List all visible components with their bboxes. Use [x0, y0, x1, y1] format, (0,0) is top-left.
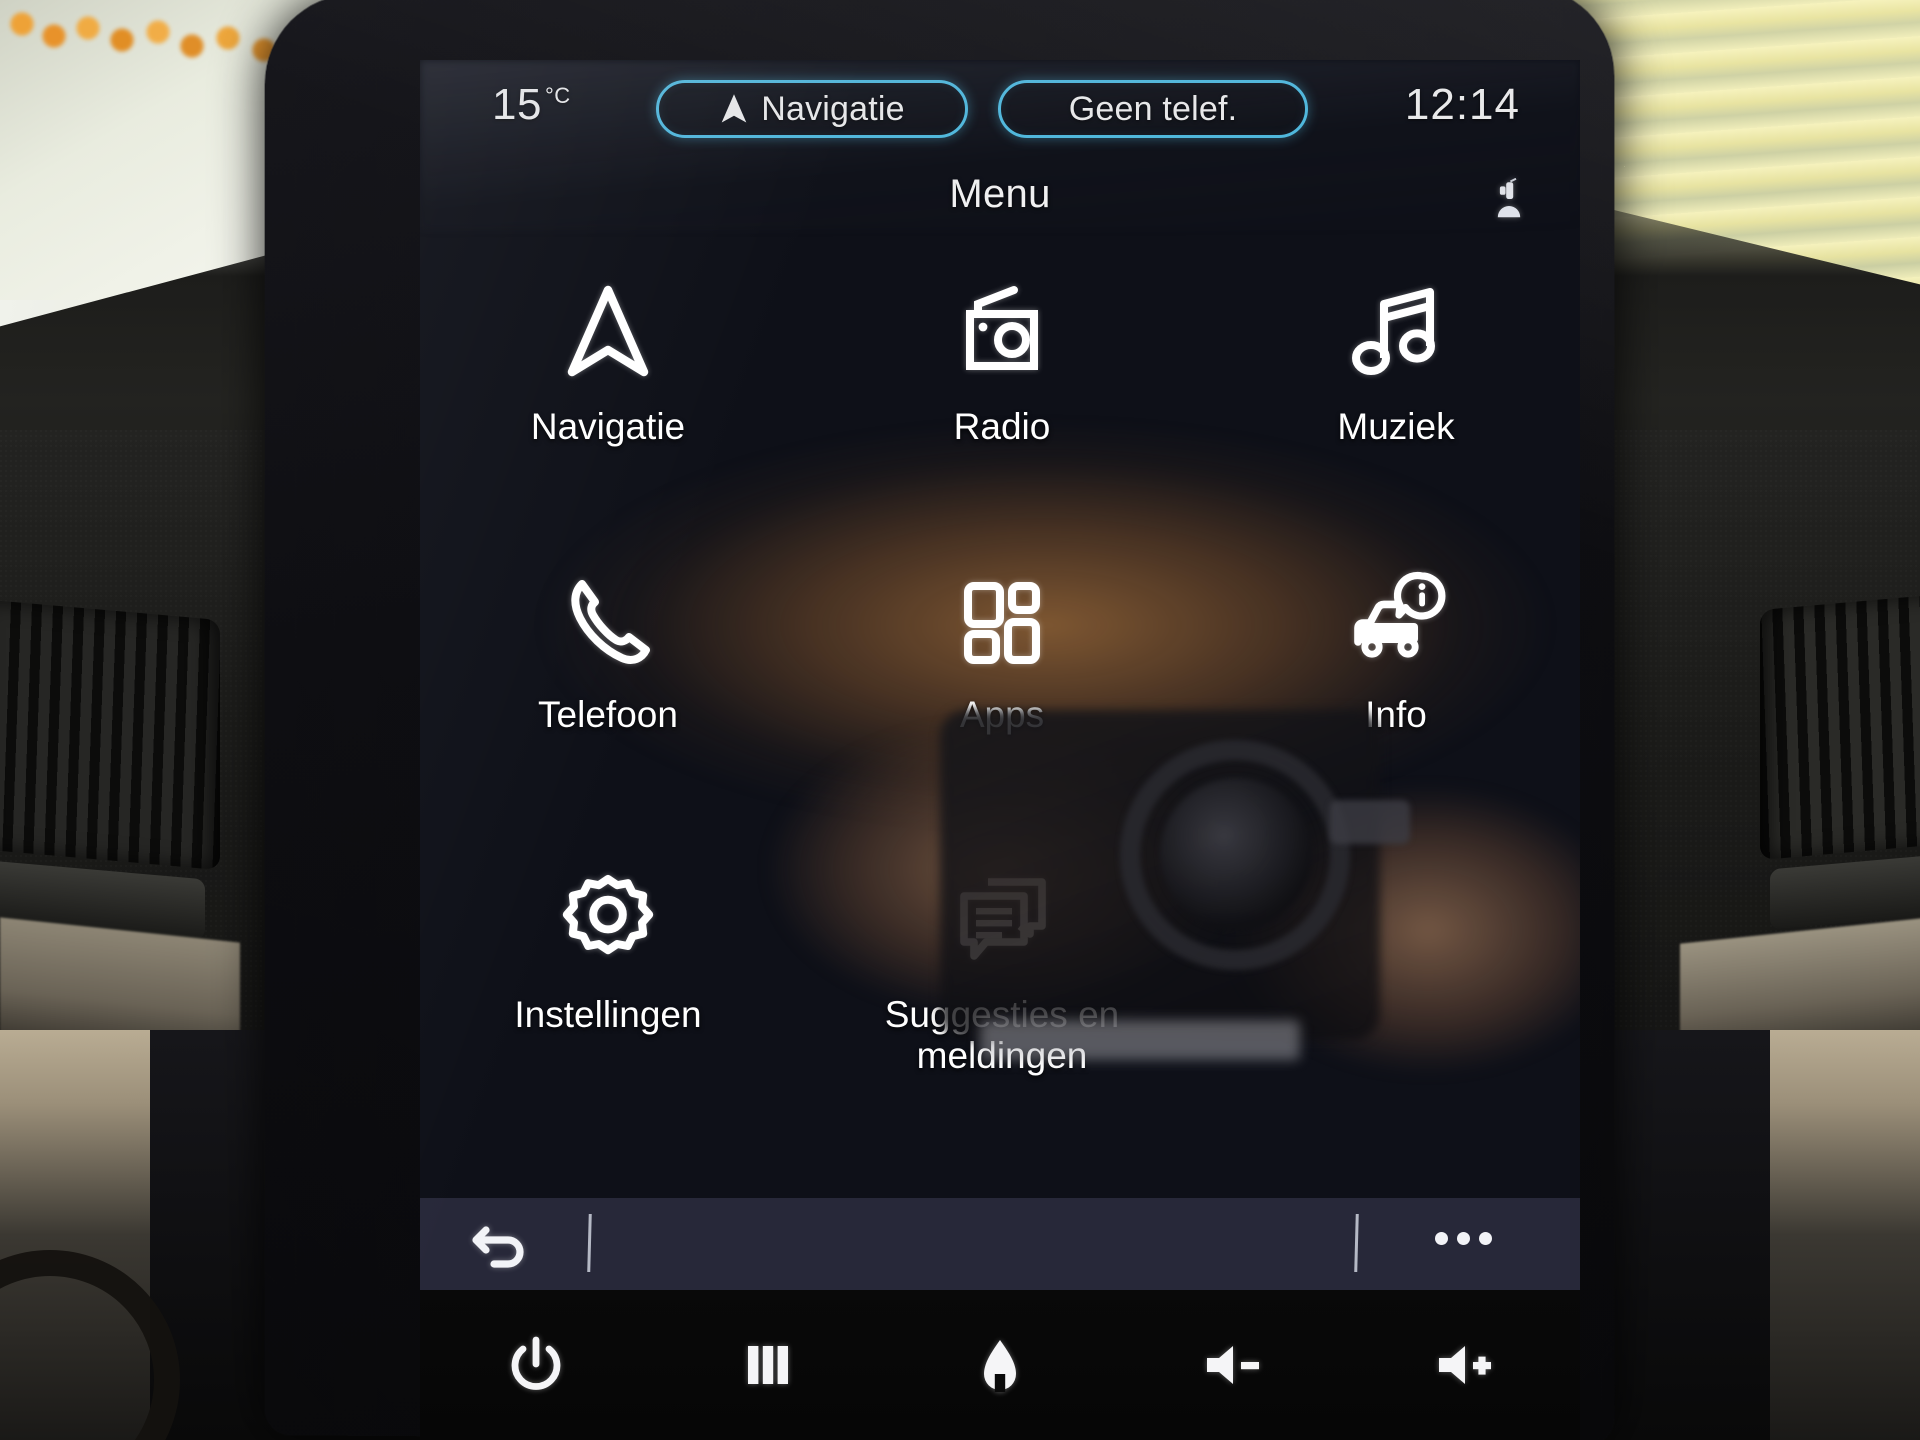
status-pill-navigation-label: Navigatie — [761, 89, 905, 128]
more-dot — [1457, 1232, 1470, 1245]
status-pill-phone[interactable]: Geen telef. — [998, 80, 1308, 138]
volume-down-icon — [1207, 1346, 1259, 1384]
back-arrow-icon[interactable] — [472, 1218, 528, 1270]
more-options-icon[interactable] — [1435, 1232, 1492, 1245]
power-button[interactable] — [481, 1320, 591, 1410]
more-dot — [1479, 1232, 1492, 1245]
infotainment-screen[interactable]: 15 °C Navigatie Geen telef. 12:14 Menu N… — [420, 60, 1580, 1290]
chat-bubbles-icon — [952, 860, 1052, 980]
menu-item-suggesties-en-meldingen[interactable]: Suggesties en meldingen — [852, 860, 1152, 1110]
menu-item-navigatie[interactable]: Navigatie — [458, 272, 758, 522]
menu-item-info[interactable]: Info — [1246, 560, 1546, 810]
menu-item-label: Instellingen — [514, 994, 702, 1035]
menu-item-telefoon[interactable]: Telefoon — [458, 560, 758, 810]
menu-item-label: Telefoon — [538, 694, 678, 735]
menu-item-label: Info — [1365, 694, 1427, 735]
menu-item-radio[interactable]: Radio — [852, 272, 1152, 522]
home-button[interactable] — [945, 1320, 1055, 1410]
navigation-arrow-icon — [562, 272, 654, 392]
radio-icon — [952, 272, 1052, 392]
home-icon — [984, 1340, 1016, 1392]
temperature-unit: °C — [544, 83, 571, 109]
driver-profile-icon[interactable] — [1492, 178, 1526, 220]
volume-up-icon — [1439, 1346, 1491, 1384]
menu-item-label: Muziek — [1337, 406, 1455, 447]
toolbar-divider-right — [1354, 1213, 1359, 1273]
phone-handset-icon — [560, 560, 656, 680]
navigation-arrow-icon — [721, 94, 747, 123]
temperature-value: 15 — [492, 80, 542, 129]
menu-item-apps[interactable]: Apps — [852, 560, 1152, 810]
clock: 12:14 — [1404, 80, 1520, 129]
menu-grid: Navigatie Radio Muziek Telefoon Apps Inf… — [420, 260, 1580, 1240]
air-vent-right — [1760, 589, 1920, 861]
volume-down-button[interactable] — [1177, 1320, 1287, 1410]
hardware-button-bar — [420, 1290, 1580, 1440]
menu-item-label: Radio — [953, 406, 1051, 447]
menu-item-label: Navigatie — [530, 406, 686, 447]
volume-up-button[interactable] — [1409, 1320, 1519, 1410]
apps-bars-icon — [748, 1346, 788, 1384]
apps-button[interactable] — [713, 1320, 823, 1410]
menu-item-label: Apps — [959, 694, 1045, 735]
gear-icon — [558, 860, 658, 980]
status-bar: 15 °C Navigatie Geen telef. 12:14 — [420, 60, 1580, 160]
toolbar-divider-left — [587, 1213, 592, 1273]
outside-temperature: 15 °C — [492, 80, 571, 130]
power-icon — [511, 1336, 561, 1390]
title-bar: Menu — [420, 160, 1580, 244]
apps-grid-icon — [954, 560, 1050, 680]
menu-item-label: Suggesties en meldingen — [884, 994, 1120, 1077]
car-info-icon — [1346, 560, 1446, 680]
menu-item-instellingen[interactable]: Instellingen — [458, 860, 758, 1110]
screen-toolbar — [420, 1198, 1580, 1290]
menu-item-muziek[interactable]: Muziek — [1246, 272, 1546, 522]
menu-screen-ui: 15 °C Navigatie Geen telef. 12:14 Menu N… — [420, 60, 1580, 1290]
air-vent-left — [0, 599, 220, 871]
music-note-icon — [1348, 272, 1444, 392]
status-pill-phone-label: Geen telef. — [1068, 89, 1238, 128]
more-dot — [1435, 1232, 1448, 1245]
status-pill-navigation[interactable]: Navigatie — [656, 80, 968, 138]
page-title: Menu — [949, 172, 1051, 216]
